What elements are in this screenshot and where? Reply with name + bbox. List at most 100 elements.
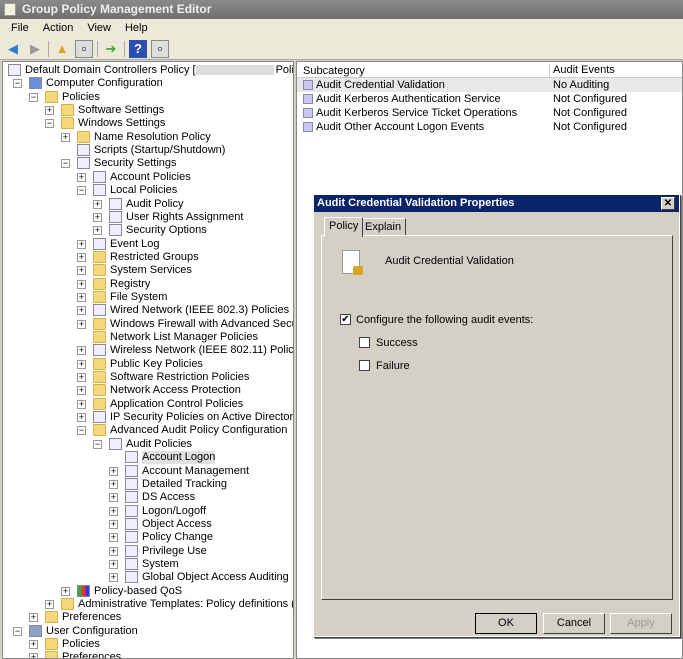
collapse-icon[interactable]: − (77, 426, 86, 436)
tree-item[interactable]: Default Domain Controllers Policy [Polic… (3, 64, 293, 77)
tree-item[interactable]: + Name Resolution Policy (3, 130, 293, 144)
tree-item[interactable]: + Logon/Logoff (3, 504, 293, 518)
menu-help[interactable]: Help (118, 19, 155, 38)
expand-icon[interactable]: + (109, 559, 118, 569)
expand-icon[interactable]: + (77, 346, 86, 356)
expand-icon[interactable]: + (61, 132, 70, 142)
menu-action[interactable]: Action (36, 19, 81, 38)
tree-item[interactable]: + System Services (3, 264, 293, 277)
collapse-icon[interactable]: − (29, 92, 38, 102)
tree-item[interactable]: + Account Policies (3, 170, 293, 184)
list-row[interactable]: Audit Other Account Logon Events Not Conf… (297, 120, 682, 134)
console-tree[interactable]: Default Domain Controllers Policy [Polic… (2, 61, 294, 659)
expand-icon[interactable]: + (29, 613, 38, 623)
tree-item[interactable]: + Network Access Protection (3, 384, 293, 397)
expand-icon[interactable]: + (77, 266, 86, 276)
expand-icon[interactable]: + (77, 373, 86, 383)
collapse-icon[interactable]: − (77, 186, 86, 196)
configure-checkbox[interactable]: ✔ (340, 314, 351, 325)
expand-icon[interactable]: + (61, 586, 70, 596)
expand-icon[interactable]: + (109, 519, 118, 529)
tree-item[interactable]: + Software Restriction Policies (3, 371, 293, 384)
tree-item[interactable]: + Policy-based QoS (3, 584, 293, 598)
show-hide-tree-icon[interactable]: ▫ (75, 39, 93, 58)
tree-item[interactable]: + DS Access (3, 491, 293, 504)
tree-item[interactable]: + Object Access (3, 517, 293, 531)
expand-icon[interactable]: + (77, 359, 86, 369)
tree-item[interactable]: Account Logon (3, 451, 293, 465)
collapse-icon[interactable]: − (45, 119, 54, 129)
forward-icon[interactable]: ▶ (26, 40, 44, 58)
list-row[interactable]: Audit Credential Validation No Auditing (297, 78, 682, 92)
expand-icon[interactable]: + (93, 199, 102, 209)
expand-icon[interactable]: + (109, 546, 118, 556)
expand-icon[interactable]: + (77, 386, 86, 396)
tab-explain[interactable]: Explain (360, 218, 407, 236)
collapse-icon[interactable]: − (93, 439, 102, 449)
expand-icon[interactable]: + (45, 600, 54, 609)
tree-item[interactable]: − Local Policies (3, 184, 293, 197)
tree-item[interactable]: + Administrative Templates: Policy defini… (3, 598, 293, 611)
expand-icon[interactable]: + (109, 533, 118, 543)
ok-button[interactable]: OK (475, 613, 537, 634)
expand-icon[interactable]: + (77, 399, 86, 409)
collapse-icon[interactable]: − (61, 159, 70, 169)
menu-file[interactable]: File (4, 19, 36, 38)
tree-item[interactable]: + Registry (3, 277, 293, 291)
tree-item[interactable]: + User Rights Assignment (3, 210, 293, 224)
tab-policy[interactable]: Policy (324, 217, 364, 237)
tree-item[interactable]: + Preferences (3, 611, 293, 624)
tree-item[interactable]: + Detailed Tracking (3, 477, 293, 491)
failure-checkbox[interactable] (359, 360, 370, 371)
properties-icon[interactable]: ▫ (151, 39, 169, 58)
tree-item[interactable]: − User Configuration (3, 624, 293, 638)
export-icon[interactable]: ➔ (102, 40, 120, 58)
apply-button[interactable]: Apply (610, 613, 672, 634)
tree-item[interactable]: + Wired Network (IEEE 802.3) Policies (3, 304, 293, 317)
expand-icon[interactable]: + (93, 212, 102, 222)
tree-item[interactable]: + Wireless Network (IEEE 802.11) Policies (3, 344, 293, 357)
tree-item[interactable]: Scripts (Startup/Shutdown) (3, 144, 293, 157)
success-checkbox[interactable] (359, 337, 370, 348)
back-icon[interactable]: ◀ (4, 40, 22, 58)
tree-item[interactable]: − Policies (3, 90, 293, 104)
expand-icon[interactable]: + (77, 252, 86, 262)
cancel-button[interactable]: Cancel (543, 613, 605, 634)
expand-icon[interactable]: + (77, 292, 86, 302)
tree-item[interactable]: − Security Settings (3, 157, 293, 170)
tree-item[interactable]: + Event Log (3, 237, 293, 251)
list-row[interactable]: Audit Kerberos Service Ticket Operations… (297, 106, 682, 120)
tree-item[interactable]: − Computer Configuration (3, 77, 293, 90)
tree-item[interactable]: − Windows Settings (3, 117, 293, 130)
tree-item[interactable]: + Software Settings (3, 104, 293, 117)
column-audit-events[interactable]: Audit Events (549, 64, 615, 78)
expand-icon[interactable]: + (109, 506, 118, 516)
help-icon[interactable]: ? (129, 39, 147, 58)
menu-view[interactable]: View (80, 19, 118, 38)
expand-icon[interactable]: + (93, 226, 102, 236)
tree-item[interactable]: − Advanced Audit Policy Configuration (3, 424, 293, 437)
expand-icon[interactable]: + (45, 106, 54, 116)
close-icon[interactable]: ✕ (661, 197, 675, 210)
expand-icon[interactable]: + (77, 239, 86, 249)
tree-item[interactable]: + Privilege Use (3, 544, 293, 558)
tree-item[interactable]: + Windows Firewall with Advanced Security (3, 317, 293, 331)
tree-item[interactable]: + Policy Change (3, 531, 293, 544)
expand-icon[interactable]: + (77, 306, 86, 316)
tree-item[interactable]: Network List Manager Policies (3, 331, 293, 344)
up-folder-icon[interactable]: ▲ (53, 40, 71, 58)
list-row[interactable]: Audit Kerberos Authentication Service Not… (297, 92, 682, 106)
expand-icon[interactable]: + (77, 279, 86, 289)
expand-icon[interactable]: + (77, 413, 86, 423)
tree-item[interactable]: + Security Options (3, 224, 293, 237)
tree-item[interactable]: + IP Security Policies on Active Director… (3, 411, 293, 424)
expand-icon[interactable]: + (109, 493, 118, 503)
expand-icon[interactable]: + (29, 653, 38, 658)
tree-item[interactable]: + Preferences (3, 651, 293, 658)
collapse-icon[interactable]: − (13, 79, 22, 89)
tree-item[interactable]: + System (3, 557, 293, 571)
expand-icon[interactable]: + (109, 573, 118, 583)
tree-item[interactable]: − Audit Policies (3, 437, 293, 451)
expand-icon[interactable]: + (77, 172, 86, 182)
tree-item[interactable]: + Public Key Policies (3, 357, 293, 371)
